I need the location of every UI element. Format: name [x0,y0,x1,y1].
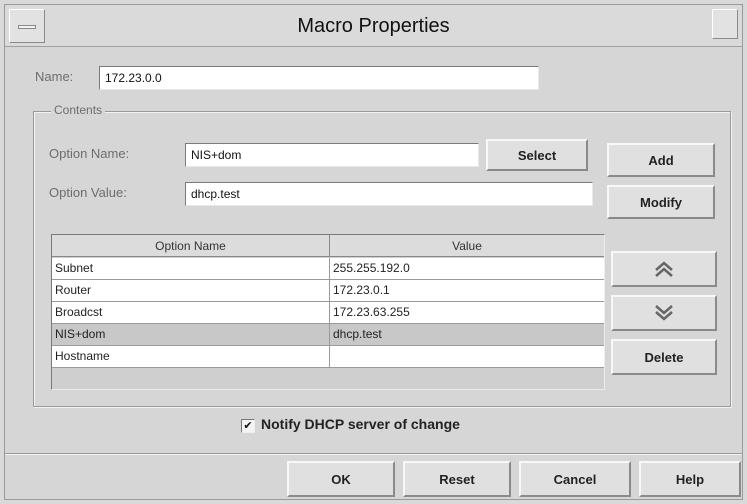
column-header-option-name[interactable]: Option Name [52,235,330,257]
notify-checkbox[interactable]: ✔ [241,419,255,433]
help-button[interactable]: Help [639,461,741,497]
option-value-label: Option Value: [49,185,127,200]
checkmark-icon: ✔ [243,420,253,432]
option-value-cell: 172.23.0.1 [333,283,390,297]
chevron-down-double-icon [655,305,673,321]
contents-group-title: Contents [51,103,106,117]
option-value-cell: 172.23.63.255 [333,305,410,319]
option-value-field[interactable]: dhcp.test [185,182,593,206]
options-table: Option Name Value Subnet 255.255.192.0 Rou… [51,234,605,390]
footer-separator [5,453,742,455]
option-name-label: Option Name: [49,146,130,161]
cancel-button[interactable]: Cancel [519,461,631,497]
maximize-button[interactable] [712,9,738,39]
option-value-cell: 255.255.192.0 [333,261,410,275]
table-row[interactable]: Broadcst 172.23.63.255 [52,302,604,324]
option-name-field[interactable]: NIS+dom [185,143,479,167]
option-name-cell: Subnet [52,258,330,279]
macro-properties-dialog: Macro Properties Name: 172.23.0.0 Conten… [4,4,743,500]
chevron-up-double-icon [655,261,673,277]
option-name-cell: Hostname [52,346,330,367]
select-button[interactable]: Select [486,139,588,171]
option-name-cell: Broadcst [52,302,330,323]
delete-button[interactable]: Delete [611,339,717,375]
table-header: Option Name Value [52,235,604,257]
window-title: Macro Properties [297,15,450,37]
move-down-button[interactable] [611,295,717,331]
name-field[interactable]: 172.23.0.0 [99,66,539,90]
table-row[interactable]: Hostname [52,346,604,368]
reset-button[interactable]: Reset [403,461,511,497]
title-bar[interactable]: Macro Properties [5,5,742,47]
table-row[interactable]: Subnet 255.255.192.0 [52,258,604,280]
table-row[interactable]: Router 172.23.0.1 [52,280,604,302]
name-label: Name: [35,69,74,84]
option-name-cell: NIS+dom [52,324,330,345]
move-up-button[interactable] [611,251,717,287]
column-header-value[interactable]: Value [330,235,604,257]
add-button[interactable]: Add [607,143,715,177]
option-name-cell: Router [52,280,330,301]
option-value-cell: dhcp.test [333,327,382,341]
table-row[interactable]: NIS+dom dhcp.test [52,324,604,346]
notify-checkbox-label[interactable]: Notify DHCP server of change [261,416,460,432]
ok-button[interactable]: OK [287,461,395,497]
modify-button[interactable]: Modify [607,185,715,219]
option-value-cell [330,346,604,367]
